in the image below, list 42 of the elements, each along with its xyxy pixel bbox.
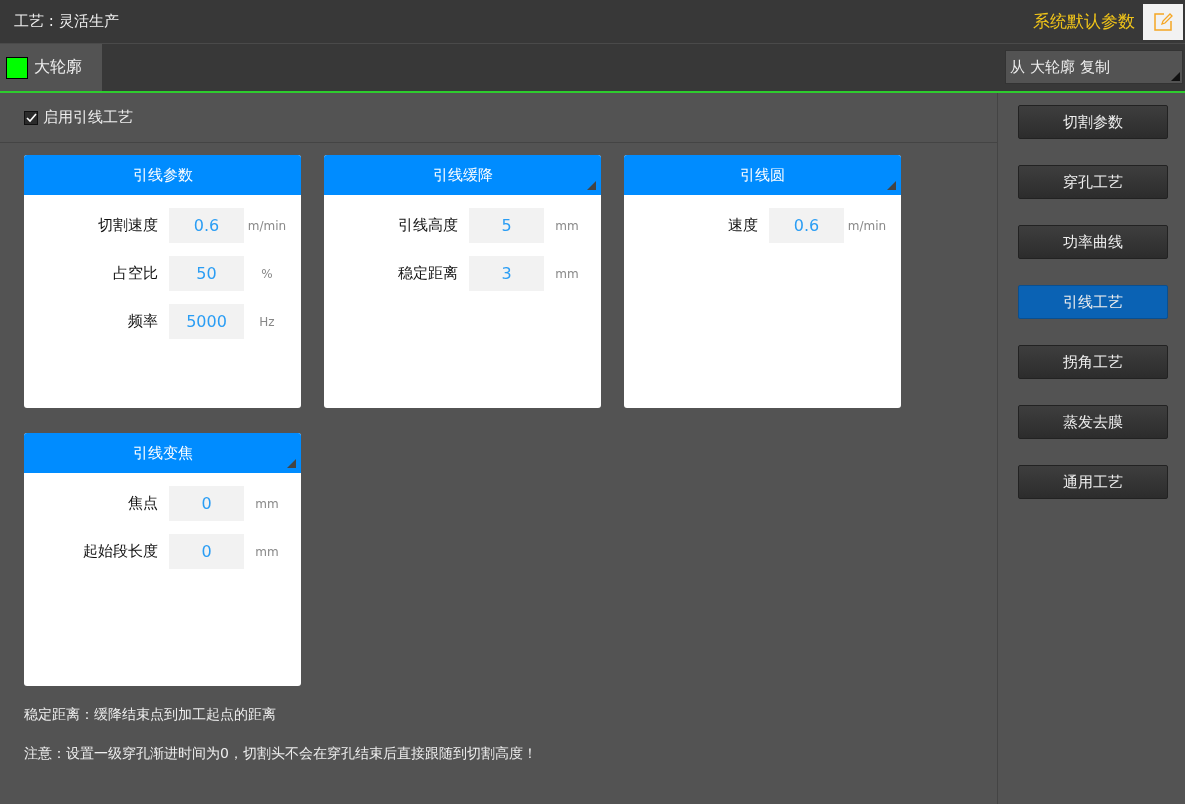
- copy-dropdown[interactable]: 从 大轮廓 复制: [1005, 50, 1183, 84]
- process-button[interactable]: 蒸发去膜: [1017, 405, 1168, 439]
- field-label: 起始段长度: [82, 542, 159, 561]
- edit-icon: [1152, 10, 1174, 33]
- field-label: 稳定距离: [397, 264, 459, 283]
- unit-label: m/min: [846, 218, 888, 233]
- corner-icon[interactable]: [587, 181, 596, 190]
- checkbox-label: 启用引线工艺: [43, 108, 133, 127]
- defaults-label: 系统默认参数: [1033, 10, 1135, 33]
- process-button[interactable]: 拐角工艺: [1017, 345, 1168, 379]
- process-button[interactable]: 穿孔工艺: [1017, 165, 1168, 199]
- field-label: 切割速度: [97, 216, 159, 235]
- panel-title: 引线圆: [740, 165, 785, 185]
- unit-label: Hz: [258, 314, 276, 329]
- unit-label: mm: [254, 544, 280, 559]
- field-label: 引线高度: [397, 216, 459, 235]
- field-label: 频率: [127, 312, 159, 331]
- field-label: 焦点: [127, 494, 159, 513]
- unit-label: mm: [554, 218, 580, 233]
- unit-label: %: [260, 266, 274, 281]
- process-button[interactable]: 切割参数: [1017, 105, 1168, 139]
- note-text: 注意：设置一级穿孔渐进时间为0，切割头不会在穿孔结束后直接跟随到切割高度！: [24, 745, 538, 763]
- field-label: 速度: [727, 216, 759, 235]
- unit-label: mm: [554, 266, 580, 281]
- process-button[interactable]: 功率曲线: [1017, 225, 1168, 259]
- checkbox[interactable]: [24, 110, 38, 125]
- layer-tab[interactable]: 大轮廓: [0, 44, 102, 91]
- edit-button[interactable]: [1143, 3, 1183, 40]
- panel-title: 引线变焦: [132, 443, 193, 463]
- corner-icon: [1171, 72, 1180, 81]
- note-text: 稳定距离：缓降结束点到加工起点的距离: [24, 706, 277, 724]
- corner-icon[interactable]: [287, 459, 296, 468]
- process-button[interactable]: 引线工艺: [1017, 285, 1168, 319]
- unit-label: mm: [254, 496, 280, 511]
- unit-label: m/min: [246, 218, 288, 233]
- panel-title: 引线参数: [132, 165, 193, 185]
- panel-title: 引线缓降: [432, 165, 493, 185]
- field-label: 占空比: [112, 264, 159, 283]
- corner-icon[interactable]: [887, 181, 896, 190]
- tab-label: 大轮廓: [34, 57, 82, 78]
- process-title: 工艺 : 灵活生产: [14, 12, 120, 31]
- process-button[interactable]: 通用工艺: [1017, 465, 1168, 499]
